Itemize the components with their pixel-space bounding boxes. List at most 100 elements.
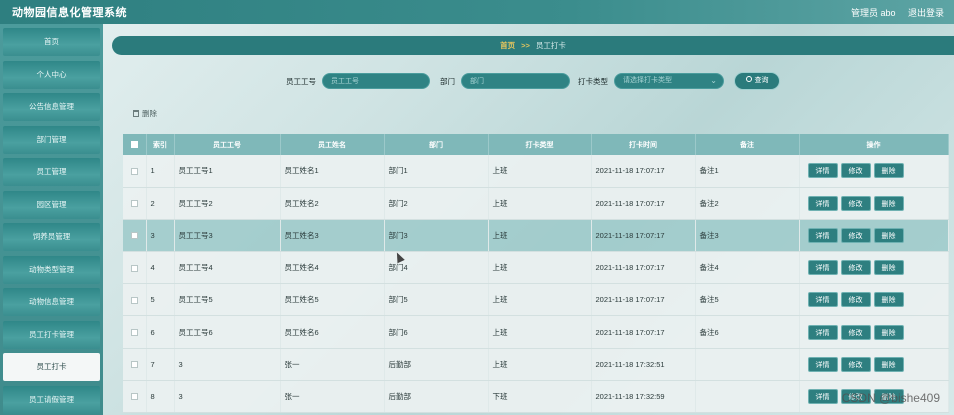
detail-button[interactable]: 详情: [807, 388, 838, 404]
checkbox-icon: [130, 361, 138, 369]
detail-button[interactable]: 详情: [807, 292, 838, 308]
emp-name-cell: 张一: [280, 348, 385, 381]
table-row: 5 员工工号5 员工姓名5 部门5 上班 2021-11-18 17:07:17 备注5 详情…: [123, 283, 949, 317]
table-row: 3 员工工号3 员工姓名3 部门3 上班 2021-11-18 17:07:17 备注3 详情…: [123, 219, 949, 253]
app-title: 动物园信息化管理系统: [12, 7, 127, 19]
punch-type-label: 打卡类型: [578, 77, 608, 86]
emp-no-cell: 3: [174, 348, 281, 381]
punch-type-placeholder: 请选择打卡类型: [623, 77, 672, 84]
emp-no-cell: 3: [174, 380, 281, 414]
note-cell: 备注6: [695, 315, 800, 349]
dept-cell: 部门5: [384, 283, 489, 317]
punch-type-cell: 上班: [488, 187, 592, 220]
query-button[interactable]: 查询: [734, 72, 780, 90]
row-checkbox[interactable]: [123, 348, 147, 381]
delete-button[interactable]: 删除: [873, 324, 904, 340]
top-header: 动物园信息化管理系统 管理员 abo 退出登录: [0, 0, 954, 24]
edit-button[interactable]: 修改: [840, 163, 871, 179]
emp-name-cell: 员工姓名3: [280, 219, 385, 253]
edit-button[interactable]: 修改: [840, 356, 871, 372]
row-actions: 详情 修改 删除: [799, 155, 949, 188]
sidebar-item[interactable]: 员工管理: [3, 158, 100, 186]
detail-button[interactable]: 详情: [807, 195, 838, 211]
emp-no-cell: 员工工号5: [174, 283, 281, 317]
checkbox-icon: [130, 167, 138, 175]
sidebar-item[interactable]: 动物信息管理: [3, 288, 100, 316]
delete-button[interactable]: 删除: [873, 227, 904, 243]
note-cell: 备注2: [695, 187, 800, 220]
dept-cell: 部门2: [384, 187, 489, 220]
breadcrumb-home[interactable]: 首页: [500, 41, 515, 50]
row-checkbox[interactable]: [123, 283, 147, 317]
delete-button[interactable]: 删除: [873, 292, 904, 308]
admin-user-label: 管理员 abo: [850, 8, 896, 18]
breadcrumb: 首页 >> 员工打卡: [112, 36, 954, 55]
note-cell: 备注5: [695, 283, 800, 317]
row-actions: 详情 修改 删除: [799, 219, 949, 253]
user-area: 管理员 abo 退出登录: [841, 6, 944, 19]
detail-button[interactable]: 详情: [807, 227, 838, 243]
emp-no-cell: 员工工号2: [174, 187, 281, 220]
logout-link[interactable]: 退出登录: [908, 8, 944, 18]
row-checkbox[interactable]: [123, 315, 147, 349]
punch-type-cell: 上班: [488, 219, 592, 253]
edit-button[interactable]: 修改: [840, 195, 871, 211]
column-header: 部门: [384, 134, 489, 155]
checkbox-icon: [130, 200, 138, 208]
delete-button[interactable]: 删除: [873, 356, 904, 372]
edit-button[interactable]: 修改: [840, 227, 871, 243]
detail-button[interactable]: 详情: [807, 356, 838, 372]
dept-input[interactable]: [461, 73, 570, 89]
column-header: 员工姓名: [280, 134, 385, 155]
column-header: 员工工号: [174, 134, 281, 155]
select-all-checkbox[interactable]: [123, 134, 147, 155]
punch-records-table: 索引 员工工号 员工姓名 部门 打卡类型 打卡时间 备注 操作 1 员工工号1 员工姓名1 部门1 上…: [123, 134, 949, 414]
sidebar-item[interactable]: 首页: [3, 28, 100, 56]
index-cell: 5: [146, 283, 175, 317]
punch-time-cell: 2021-11-18 17:07:17: [591, 315, 696, 349]
punch-type-cell: 上班: [488, 155, 592, 188]
search-icon: [745, 76, 752, 82]
delete-button[interactable]: 删除: [873, 163, 904, 179]
edit-button[interactable]: 修改: [840, 292, 871, 308]
batch-delete-button[interactable]: 删除: [133, 108, 157, 119]
sidebar-item[interactable]: 员工请假管理: [3, 385, 100, 414]
row-checkbox[interactable]: [123, 187, 147, 220]
punch-type-cell: 上班: [488, 348, 592, 381]
sidebar-item[interactable]: 员工打卡管理: [3, 320, 100, 349]
checkbox-icon: [130, 232, 138, 240]
punch-type-select[interactable]: 请选择打卡类型 ⌄: [614, 73, 724, 89]
breadcrumb-separator: >>: [521, 41, 530, 50]
dept-cell: 后勤部: [384, 380, 489, 414]
detail-button[interactable]: 详情: [807, 163, 838, 179]
emp-no-cell: 员工工号4: [174, 251, 281, 285]
sidebar-item[interactable]: 饲养员管理: [3, 223, 100, 251]
emp-no-cell: 员工工号1: [174, 155, 281, 188]
detail-button[interactable]: 详情: [807, 260, 838, 276]
checkbox-icon: [130, 296, 138, 304]
row-checkbox[interactable]: [123, 155, 147, 188]
punch-type-cell: 上班: [488, 251, 592, 285]
punch-time-cell: 2021-11-18 17:07:17: [591, 251, 696, 285]
sidebar-item[interactable]: 动物类型管理: [3, 255, 100, 284]
column-header: 打卡时间: [591, 134, 696, 155]
emp-no-input[interactable]: [322, 73, 430, 89]
row-checkbox[interactable]: [123, 219, 147, 253]
edit-button[interactable]: 修改: [840, 260, 871, 276]
sidebar-item[interactable]: 员工打卡: [3, 353, 100, 381]
detail-button[interactable]: 详情: [807, 324, 838, 340]
sidebar-item[interactable]: 公告信息管理: [3, 93, 100, 121]
checkbox-icon: [130, 140, 138, 148]
note-cell: 备注3: [695, 219, 800, 253]
delete-button[interactable]: 删除: [873, 260, 904, 276]
column-header: 备注: [695, 134, 800, 155]
checkbox-icon: [130, 264, 138, 272]
row-checkbox[interactable]: [123, 380, 147, 414]
edit-button[interactable]: 修改: [840, 324, 871, 340]
sidebar-item[interactable]: 园区管理: [3, 190, 100, 219]
punch-time-cell: 2021-11-18 17:07:17: [591, 155, 696, 188]
sidebar-item[interactable]: 部门管理: [3, 125, 100, 154]
delete-button[interactable]: 删除: [873, 195, 904, 211]
index-cell: 1: [146, 155, 175, 188]
row-checkbox[interactable]: [123, 251, 147, 285]
